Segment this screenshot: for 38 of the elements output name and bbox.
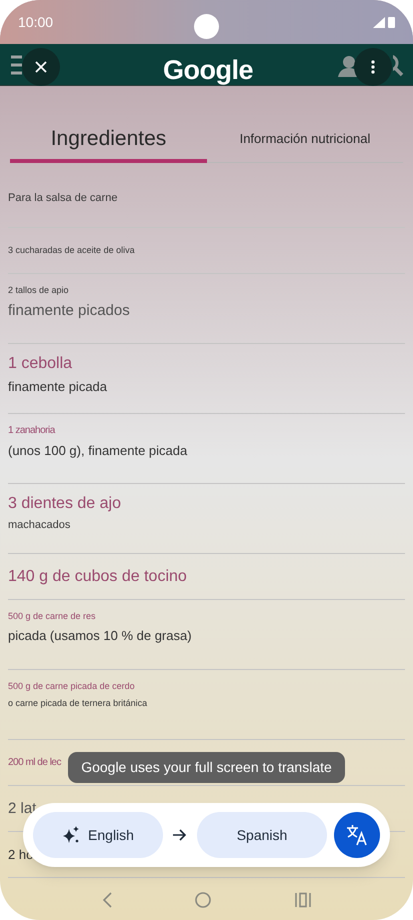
more-icon — [371, 60, 375, 74]
arrow-right-icon — [173, 829, 187, 841]
target-language-button[interactable]: Spanish — [197, 812, 327, 858]
source-language-button[interactable]: English — [33, 812, 163, 858]
battery-icon — [388, 16, 395, 28]
back-icon[interactable] — [102, 892, 112, 908]
more-options-button[interactable] — [354, 48, 392, 86]
ingredient-text: finamente picada — [8, 380, 108, 393]
translate-icon — [346, 824, 368, 846]
home-icon[interactable] — [195, 892, 212, 908]
ingredient-text: finamente picados — [8, 303, 130, 318]
google-logo: Google — [163, 54, 253, 87]
ingredient-text: 500 g de carne de res — [8, 612, 96, 621]
ingredient-text: machacados — [8, 520, 70, 531]
recent-apps-icon[interactable] — [295, 892, 312, 908]
search-icon[interactable] — [393, 54, 404, 77]
ingredient-text: 500 g de carne picada de cerdo — [8, 682, 135, 691]
ingredient-text: 1 cebolla — [8, 356, 72, 372]
toast-message: Google uses your full screen to translate — [68, 752, 345, 783]
ingredient-text: 200 ml de lec — [8, 758, 61, 768]
ingredient-text: picada (usamos 10 % de grasa) — [8, 629, 192, 642]
tab[interactable]: Ingredientes — [10, 119, 207, 163]
signal-icon — [373, 16, 385, 28]
close-button[interactable] — [22, 48, 60, 86]
menu-icon[interactable] — [10, 54, 22, 76]
ingredient-text: o carne picada de ternera británica — [8, 699, 148, 708]
ingredient-text: 3 cucharadas de aceite de oliva — [8, 246, 135, 255]
ingredient-text: 3 dientes de ajo — [8, 496, 121, 512]
close-icon — [35, 61, 47, 73]
ingredient-text: 140 g de cubos de tocino — [8, 568, 187, 584]
ingredient-text: 2 tallos de apio — [8, 286, 69, 295]
ingredient-text: Para la salsa de carne — [8, 193, 118, 204]
ingredient-text: (unos 100 g), finamente picada — [8, 444, 188, 457]
ingredient-text: 1 zanahoria — [8, 426, 55, 436]
sparkle-icon — [62, 826, 80, 844]
tab[interactable]: Información nutricional — [207, 119, 403, 163]
translate-button[interactable] — [334, 812, 380, 858]
status-time: 10:00 — [18, 12, 54, 32]
